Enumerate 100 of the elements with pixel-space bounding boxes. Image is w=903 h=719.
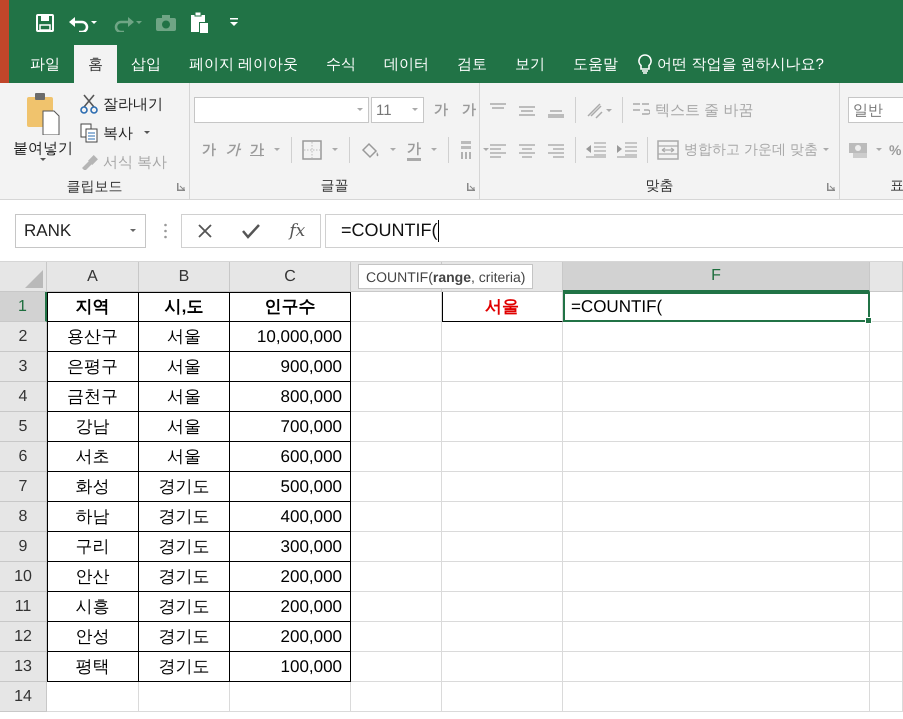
row-header[interactable]: 3 — [0, 352, 47, 382]
phonetic-guide-icon[interactable] — [459, 140, 473, 160]
cancel-icon[interactable] — [196, 222, 213, 238]
ribbon-tab[interactable]: 보기 — [501, 45, 560, 83]
align-center-icon[interactable] — [517, 142, 537, 158]
ribbon-tab[interactable]: 검토 — [443, 45, 502, 83]
ribbon-tab[interactable]: 페이지 레이아웃 — [175, 45, 312, 83]
caret-icon — [822, 148, 830, 152]
customize-icon[interactable] — [230, 18, 238, 27]
caret-icon — [412, 108, 419, 112]
row-header[interactable]: 5 — [0, 412, 47, 442]
caret-icon[interactable] — [144, 131, 151, 135]
table-cell: 경기도 — [139, 532, 230, 562]
table-cell: 800,000 — [230, 382, 351, 412]
align-right-icon[interactable] — [546, 142, 566, 158]
row-header[interactable]: 8 — [0, 502, 47, 532]
font-size-field[interactable]: 11 — [371, 97, 424, 123]
table-cell: 300,000 — [230, 532, 351, 562]
caret-icon — [130, 228, 137, 232]
increase-indent-icon[interactable] — [616, 141, 638, 159]
paste-button[interactable]: 붙여넣기 — [0, 91, 80, 175]
column-header[interactable]: F — [563, 262, 870, 292]
column-header[interactable]: A — [47, 262, 139, 292]
row-header[interactable]: 2 — [0, 322, 47, 352]
row-header[interactable]: 9 — [0, 532, 47, 562]
ribbon-tab[interactable]: 데이터 — [370, 45, 444, 83]
table-cell: 서울 — [139, 352, 230, 382]
borders-icon[interactable] — [302, 140, 322, 160]
column-header[interactable]: C — [230, 262, 351, 292]
select-all-icon[interactable] — [25, 270, 43, 288]
column-header[interactable]: B — [139, 262, 230, 292]
table-cell: 인구수 — [230, 292, 351, 322]
table-cell: 서울 — [139, 412, 230, 442]
table-cell: 900,000 — [230, 352, 351, 382]
fill-bucket-icon[interactable] — [360, 141, 380, 159]
scissors-icon — [80, 94, 98, 114]
fill-handle[interactable] — [865, 317, 872, 324]
row-header[interactable]: 14 — [0, 682, 47, 712]
dialog-launcher-icon[interactable] — [467, 183, 475, 191]
group-label: 글꼴 — [320, 176, 348, 195]
table-cell: 하남 — [47, 502, 139, 532]
table-cell: 시흥 — [47, 592, 139, 622]
table-cell: 서울 — [139, 442, 230, 472]
font-name-field[interactable] — [194, 97, 369, 123]
row-header[interactable]: 6 — [0, 442, 47, 472]
number-format-field[interactable]: 일반 — [848, 97, 903, 123]
align-left-icon[interactable] — [488, 142, 508, 158]
group-label: 표 — [889, 176, 903, 195]
merge-cells-icon — [657, 140, 679, 160]
group-label: 맞춤 — [646, 176, 674, 195]
row-header[interactable]: 10 — [0, 562, 47, 592]
check-icon[interactable] — [242, 222, 260, 238]
table-cell: 400,000 — [230, 502, 351, 532]
table-cell: 용산구 — [47, 322, 139, 352]
group-label: 클립보드 — [66, 177, 122, 196]
dialog-launcher-icon[interactable] — [827, 183, 835, 191]
editing-cell[interactable]: =COUNTIF( — [563, 292, 870, 322]
decrease-indent-icon[interactable] — [585, 141, 607, 159]
table-cell: 경기도 — [139, 562, 230, 592]
table-cell: 금천구 — [47, 382, 139, 412]
ribbon-tab[interactable]: 파일 — [16, 45, 74, 83]
ribbon-tab[interactable]: 도움말 — [559, 45, 632, 83]
insert-function-button[interactable]: fx — [289, 220, 306, 240]
row-header[interactable]: 7 — [0, 472, 47, 502]
copy-icon — [80, 123, 98, 143]
dialog-launcher-icon[interactable] — [177, 183, 185, 191]
row-header[interactable]: 12 — [0, 622, 47, 652]
table-cell: 서울 — [139, 322, 230, 352]
tell-me-search[interactable]: 어떤 작업을 원하시나요? — [657, 54, 824, 74]
paste-icon[interactable] — [190, 12, 210, 34]
table-cell: 경기도 — [139, 592, 230, 622]
table-cell: 안성 — [47, 622, 139, 652]
table-cell: 500,000 — [230, 472, 351, 502]
ribbon-tab[interactable]: 홈 — [74, 45, 117, 83]
ribbon-tab[interactable]: 삽입 — [117, 45, 175, 83]
table-cell: 시,도 — [139, 292, 230, 322]
save-icon[interactable] — [36, 14, 54, 32]
table-cell: 10,000,000 — [230, 322, 351, 352]
table-cell: 서울 — [139, 382, 230, 412]
table-cell: 경기도 — [139, 472, 230, 502]
table-cell: 평택 — [47, 652, 139, 682]
table-cell: 은평구 — [47, 352, 139, 382]
currency-icon[interactable] — [848, 141, 870, 159]
lightbulb-icon — [638, 54, 652, 74]
ribbon-tab[interactable]: 수식 — [312, 45, 370, 83]
table-cell: 강남 — [47, 412, 139, 442]
cut-button[interactable]: 잘라내기 — [103, 94, 163, 114]
formula-field[interactable]: =COUNTIF( — [325, 214, 903, 248]
name-box[interactable]: RANK — [15, 214, 146, 248]
row-header[interactable]: 1 — [0, 292, 47, 322]
copy-button[interactable]: 복사 — [103, 124, 133, 142]
row-header[interactable]: 4 — [0, 382, 47, 412]
table-cell: 화성 — [47, 472, 139, 502]
table-cell: 200,000 — [230, 562, 351, 592]
column-header[interactable] — [870, 262, 903, 292]
row-header[interactable]: 11 — [0, 592, 47, 622]
row-header[interactable]: 13 — [0, 652, 47, 682]
caret-icon — [357, 108, 364, 112]
table-cell: 700,000 — [230, 412, 351, 442]
table-cell: 경기도 — [139, 652, 230, 682]
